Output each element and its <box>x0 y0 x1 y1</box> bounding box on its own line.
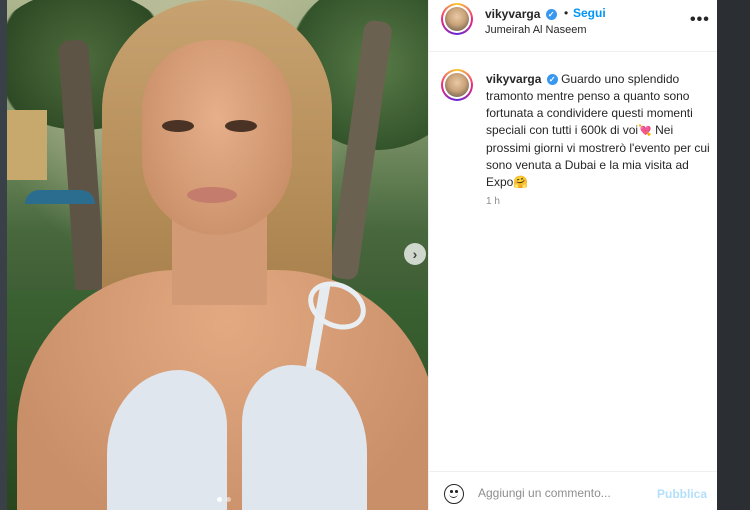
post-location[interactable]: Jumeirah Al Naseem <box>485 24 587 36</box>
comment-bar: Pubblica <box>429 471 718 510</box>
caption-author-avatar[interactable] <box>441 69 473 101</box>
post-header: vikyvarga ✓ • Segui Jumeirah Al Naseem •… <box>429 0 718 52</box>
carousel-next-button[interactable]: › <box>404 243 426 265</box>
window-edge <box>717 0 750 510</box>
author-username[interactable]: vikyvarga <box>485 7 540 21</box>
publish-button[interactable]: Pubblica <box>657 487 707 501</box>
comment-input[interactable] <box>478 482 648 504</box>
emoji-picker-icon[interactable] <box>444 484 464 504</box>
heart-emoji-icon: 💘 <box>638 125 652 137</box>
follow-button[interactable]: Segui <box>573 6 606 20</box>
person-face <box>142 40 292 235</box>
post-timestamp[interactable]: 1 h <box>486 196 500 207</box>
window-edge <box>0 0 7 510</box>
post-side-panel: vikyvarga ✓ • Segui Jumeirah Al Naseem •… <box>428 0 718 510</box>
author-username-row: vikyvarga ✓ <box>485 7 557 21</box>
verified-badge-icon: ✓ <box>546 74 558 86</box>
more-options-icon[interactable]: ••• <box>690 12 710 28</box>
separator-dot: • <box>564 6 569 20</box>
carousel-dot <box>226 497 231 502</box>
post-caption: vikyvarga ✓ Guardo uno splendido tramont… <box>486 71 711 191</box>
chevron-right-icon: › <box>412 246 418 262</box>
caption-username[interactable]: vikyvarga <box>486 72 541 86</box>
instagram-post-view: › vikyvarga ✓ • Segui Jumeirah Al Naseem… <box>0 0 750 510</box>
hug-emoji-icon: 🤗 <box>513 175 529 189</box>
post-photo[interactable]: › <box>7 0 428 510</box>
carousel-indicator <box>217 497 231 502</box>
verified-badge-icon: ✓ <box>545 9 557 21</box>
author-avatar[interactable] <box>441 3 473 35</box>
carousel-dot <box>217 497 222 502</box>
